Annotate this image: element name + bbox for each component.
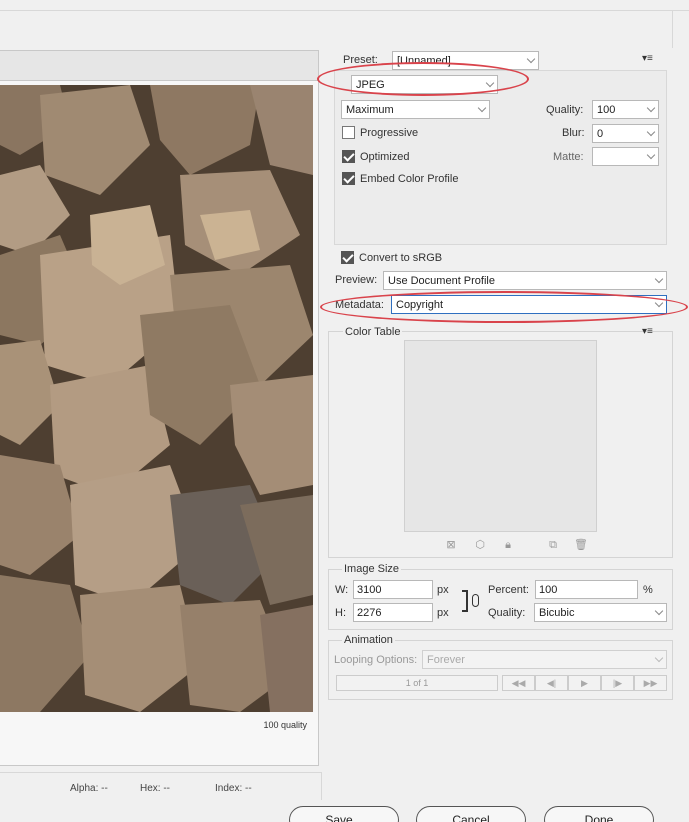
- blur-label: Blur:: [562, 127, 585, 139]
- percent-input[interactable]: 100: [535, 580, 638, 599]
- save-button[interactable]: Save...: [289, 806, 399, 822]
- blur-value: 0: [597, 128, 604, 140]
- height-label: H:: [335, 607, 346, 619]
- highlight-metadata-ellipse: [320, 291, 688, 323]
- preview-quality-label: 100 quality: [263, 720, 307, 730]
- convert-srgb-label: Convert to sRGB: [359, 252, 443, 264]
- highlight-format-ellipse: [317, 62, 529, 96]
- resample-quality-value: Bicubic: [539, 607, 575, 619]
- preview-label: Preview:: [335, 274, 378, 286]
- animation-group: [328, 640, 673, 700]
- chevron-down-icon: [646, 150, 656, 160]
- height-input[interactable]: 2276: [353, 603, 433, 622]
- next-frame-button[interactable]: |▶: [601, 675, 634, 691]
- chevron-down-icon: [646, 127, 656, 137]
- top-divider-vertical: [672, 10, 673, 48]
- looping-value: Forever: [427, 654, 465, 666]
- preview-profile-value: Use Document Profile: [388, 275, 495, 287]
- embed-profile-checkbox[interactable]: [342, 172, 355, 185]
- play-button[interactable]: ▶: [568, 675, 601, 691]
- status-bar: Alpha: -- Hex: -- Index: --: [0, 772, 322, 800]
- progressive-checkbox[interactable]: [342, 126, 355, 139]
- quality-label: Quality:: [546, 104, 584, 116]
- map-transparency-icon[interactable]: ⊠: [444, 538, 458, 552]
- color-table-swatches[interactable]: [404, 340, 597, 532]
- prev-frame-button[interactable]: ◀|: [535, 675, 568, 691]
- chevron-down-icon: [477, 103, 487, 113]
- cancel-button[interactable]: Cancel: [416, 806, 526, 822]
- animation-title: Animation: [342, 634, 395, 646]
- compression-select[interactable]: Maximum: [341, 100, 490, 119]
- status-hex: Hex: --: [140, 783, 170, 794]
- width-input[interactable]: 3100: [353, 580, 433, 599]
- percent-unit: %: [643, 584, 653, 596]
- color-table-menu-icon[interactable]: ▾≡: [642, 326, 653, 337]
- optimized-label: Optimized: [360, 151, 410, 163]
- preview-tab-bar[interactable]: [0, 51, 318, 81]
- web-shift-icon[interactable]: ⬡: [473, 538, 487, 552]
- done-button[interactable]: Done: [544, 806, 654, 822]
- quality-value: 100: [597, 104, 616, 116]
- constrain-bracket: [462, 590, 468, 612]
- last-frame-button[interactable]: ▶▶: [634, 675, 667, 691]
- chevron-down-icon: [654, 606, 664, 616]
- rock-photo: [0, 85, 313, 712]
- image-size-title: Image Size: [342, 563, 402, 575]
- quality-select[interactable]: 100: [592, 100, 659, 119]
- preview-profile-select[interactable]: Use Document Profile: [383, 271, 667, 290]
- top-divider: [0, 10, 689, 11]
- height-unit: px: [437, 607, 449, 619]
- progressive-label: Progressive: [360, 127, 419, 139]
- first-frame-button[interactable]: ◀◀: [502, 675, 535, 691]
- lock-icon[interactable]: 🔒︎: [501, 538, 515, 552]
- status-alpha: Alpha: --: [70, 783, 108, 794]
- resample-quality-label: Quality:: [488, 607, 526, 619]
- chevron-down-icon: [526, 54, 536, 64]
- resample-quality-select[interactable]: Bicubic: [534, 603, 667, 622]
- percent-label: Percent:: [488, 584, 529, 596]
- looping-select[interactable]: Forever: [422, 650, 667, 669]
- embed-profile-label: Embed Color Profile: [360, 173, 459, 185]
- optimized-checkbox[interactable]: [342, 150, 355, 163]
- compression-value: Maximum: [346, 104, 394, 116]
- frame-counter: 1 of 1: [336, 675, 498, 691]
- chevron-down-icon: [646, 103, 656, 113]
- convert-srgb-checkbox[interactable]: [341, 251, 354, 264]
- new-color-icon[interactable]: ⧉: [546, 538, 560, 552]
- preset-menu-icon[interactable]: ▾≡: [642, 53, 653, 64]
- link-icon[interactable]: [472, 594, 479, 607]
- looping-label: Looping Options:: [334, 654, 418, 666]
- blur-select[interactable]: 0: [592, 124, 659, 143]
- title-area: [0, 0, 689, 48]
- color-table-title: Color Table: [343, 326, 403, 338]
- chevron-down-icon: [654, 653, 664, 663]
- chevron-down-icon: [654, 274, 664, 284]
- width-label: W:: [335, 584, 349, 596]
- matte-select[interactable]: [592, 147, 659, 166]
- preview-image[interactable]: [0, 85, 313, 712]
- matte-label: Matte:: [553, 151, 584, 163]
- trash-icon[interactable]: 🗑︎: [574, 538, 588, 552]
- preview-footer: 100 quality: [0, 712, 313, 762]
- width-unit: px: [437, 584, 449, 596]
- status-index: Index: --: [215, 783, 252, 794]
